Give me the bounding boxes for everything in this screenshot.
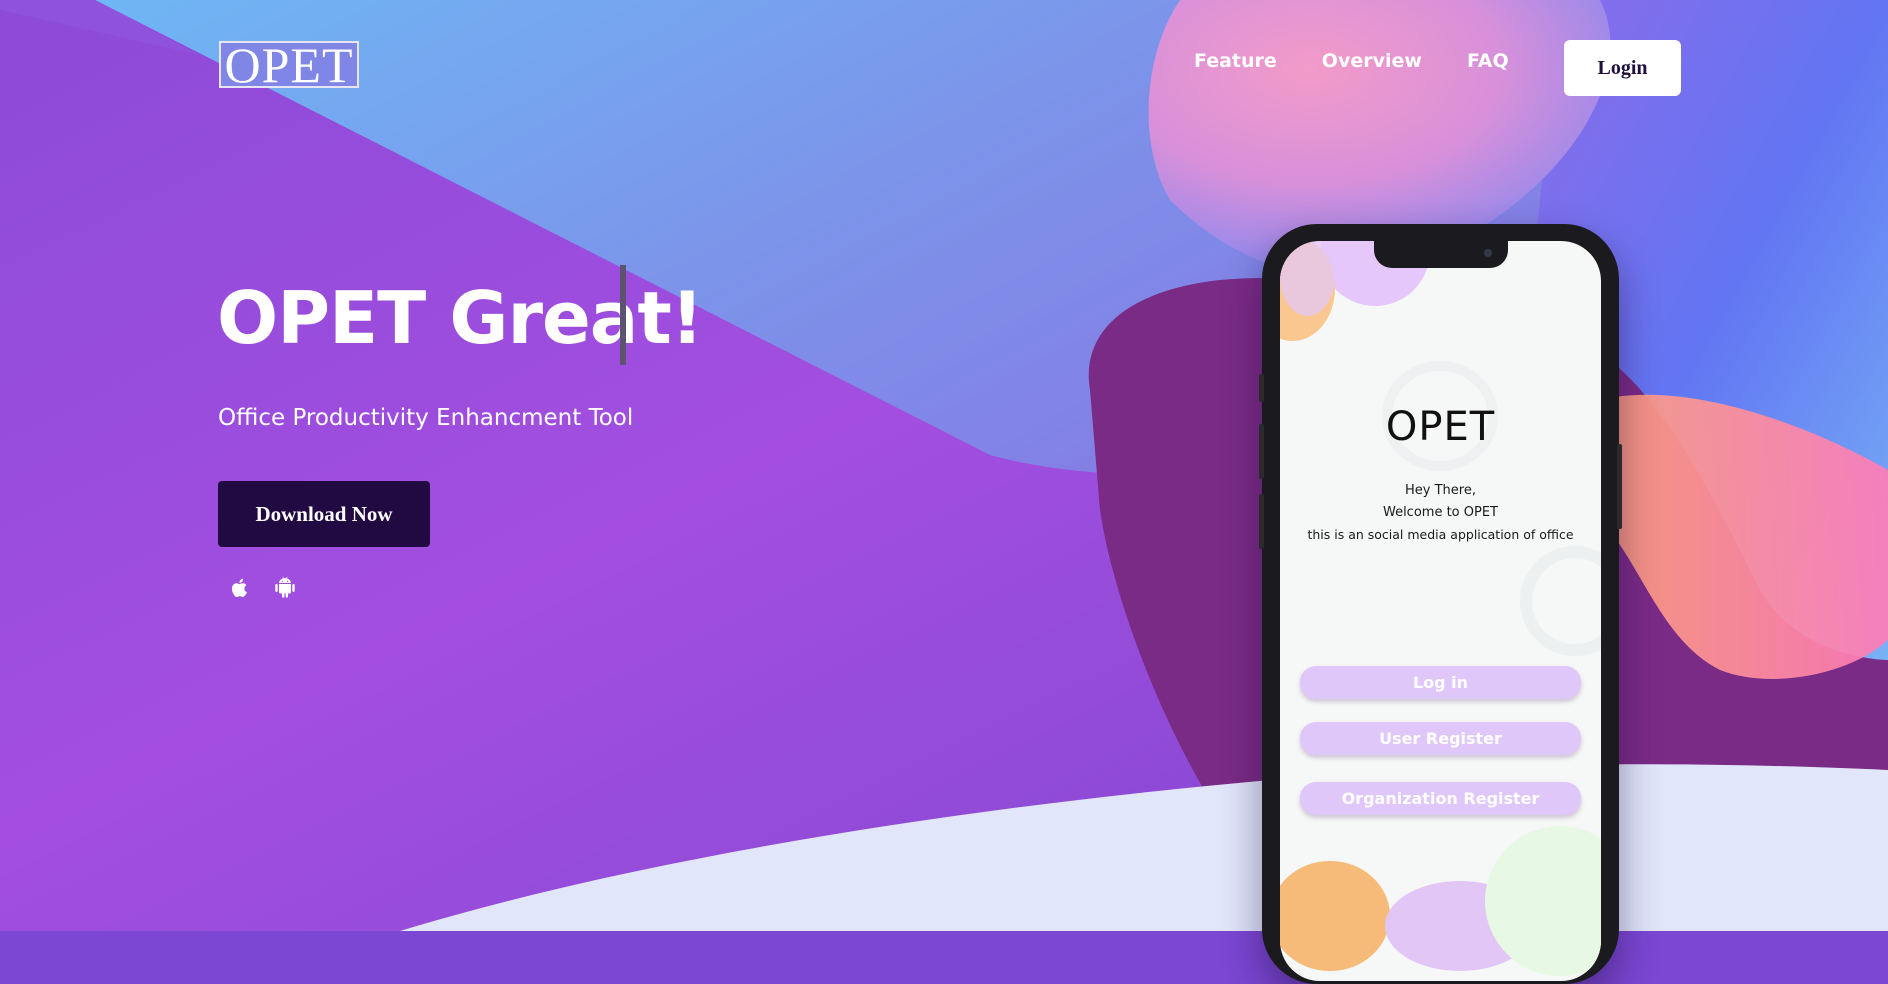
app-logo: OPET: [1385, 404, 1496, 450]
hero-subtitle: Office Productivity Enhancment Tool: [218, 405, 634, 431]
app-organization-register-button[interactable]: Organization Register: [1300, 782, 1581, 815]
nav-faq[interactable]: FAQ: [1467, 50, 1509, 72]
hero-title: OPET Great!: [217, 276, 704, 360]
app-user-register-button[interactable]: User Register: [1300, 722, 1581, 755]
phone-power-button: [1617, 444, 1622, 529]
phone-mockup: OPET Hey There, Welcome to OPET this is …: [1259, 224, 1622, 984]
phone-volume-down: [1259, 494, 1264, 549]
decor-blob-orange-bottom: [1280, 861, 1390, 971]
android-icon[interactable]: [273, 576, 297, 600]
app-login-button[interactable]: Log in: [1300, 666, 1581, 699]
greeting-line-2: Welcome to OPET: [1382, 505, 1498, 520]
brand-logo[interactable]: OPET: [219, 36, 359, 93]
nav-overview[interactable]: Overview: [1322, 50, 1422, 72]
phone-volume-up: [1259, 424, 1264, 479]
brand-logo-text: OPET: [224, 36, 354, 93]
phone-mute-switch: [1259, 374, 1264, 402]
greeting-line-1: Hey There,: [1405, 483, 1476, 498]
apple-icon[interactable]: [228, 576, 252, 600]
camera-icon: [1484, 249, 1492, 257]
greeting-line-3: this is an social media application of o…: [1307, 527, 1574, 542]
main-nav: Feature Overview FAQ: [1194, 50, 1509, 72]
phone-notch: [1374, 241, 1508, 268]
download-now-button[interactable]: Download Now: [218, 481, 430, 547]
phone-screen: OPET Hey There, Welcome to OPET this is …: [1280, 241, 1601, 981]
login-button[interactable]: Login: [1564, 40, 1681, 96]
watermark-circle-right: [1520, 546, 1601, 656]
text-cursor: [620, 265, 626, 365]
nav-feature[interactable]: Feature: [1194, 50, 1277, 72]
